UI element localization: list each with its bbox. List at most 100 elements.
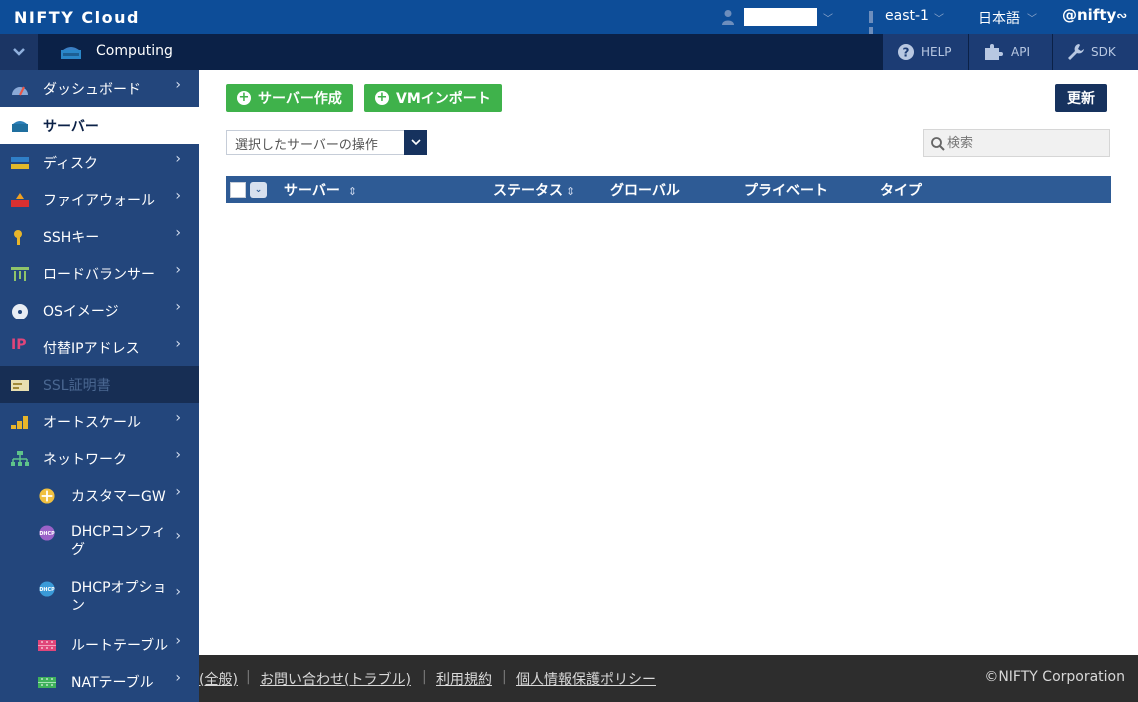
footer-separator: | [422, 669, 427, 685]
chevron-down-icon[interactable] [404, 130, 427, 155]
main-content: + サーバー作成 + VMインポート 更新 選択したサーバーの操作 ⌄ サーバー… [199, 70, 1138, 655]
sidebar-item-dhcp-option[interactable]: DHCP DHCPオプション › [0, 570, 199, 626]
select-all-checkbox[interactable] [230, 182, 246, 198]
chevron-right-icon: › [175, 584, 181, 600]
dhcp-badge-text: DHCP [39, 531, 55, 537]
server-icon [12, 121, 28, 132]
sidebar-item-network[interactable]: ネットワーク › [0, 440, 199, 477]
api-button[interactable]: API [968, 34, 1052, 70]
autoscale-icon [11, 416, 28, 429]
dhcp-badge-text: DHCP [39, 587, 55, 593]
sidebar-item-ssl-certificate[interactable]: SSL証明書 [0, 366, 199, 403]
user-icon[interactable] [721, 9, 735, 25]
search-input[interactable] [947, 134, 1097, 152]
sidebar-item-disk[interactable]: ディスク › [0, 144, 199, 181]
sidebar-item-customer-gateway[interactable]: カスタマーGW › [0, 477, 199, 514]
region-icon [869, 11, 880, 39]
help-button[interactable]: ? HELP [882, 34, 968, 70]
sidebar-item-label: DHCPオプション [71, 579, 167, 615]
computing-icon [61, 47, 81, 59]
brand-title: NIFTY Cloud [14, 8, 140, 27]
network-icon [11, 451, 29, 466]
sidebar-item-label: ダッシュボード [43, 82, 141, 98]
column-header-status[interactable]: ステータス ⇕ [493, 180, 575, 200]
footer-link-terms[interactable]: 利用規約 [436, 669, 492, 689]
firewall-icon [11, 193, 29, 207]
chevron-right-icon: › [175, 188, 181, 204]
column-header-server[interactable]: サーバー ⇕ [284, 180, 357, 200]
sidebar-item-server[interactable]: サーバー [0, 107, 199, 144]
label-line-1: DHCPオプショ [71, 580, 167, 596]
sort-icon: ⇕ [347, 185, 358, 198]
footer-separator: | [502, 669, 507, 685]
menu-toggle-button[interactable] [0, 34, 38, 70]
chevron-right-icon: › [175, 528, 181, 544]
sort-icon: ⇕ [566, 185, 576, 198]
footer-link-general[interactable]: (全般) [199, 669, 238, 689]
sidebar-item-route-table[interactable]: ルートテーブル › [0, 626, 199, 663]
chevron-right-icon: › [175, 633, 181, 649]
gateway-icon [39, 488, 55, 504]
chevron-right-icon: › [175, 299, 181, 315]
route-table-icon [38, 640, 56, 651]
chevron-right-icon: › [175, 77, 181, 93]
sidebar-item-label: SSL証明書 [43, 378, 111, 394]
chevron-right-icon: › [175, 336, 181, 352]
label-line-2: ン [71, 598, 85, 614]
disk-icon [11, 157, 29, 169]
disc-icon [12, 304, 28, 319]
sidebar-item-floating-ip[interactable]: IP 付替IPアドレス › [0, 329, 199, 366]
footer-separator: | [246, 669, 251, 685]
sidebar-item-label: ネットワーク [43, 452, 127, 468]
chevron-right-icon: › [175, 225, 181, 241]
sidebar-item-load-balancer[interactable]: ロードバランサー › [0, 255, 199, 292]
account-chevron-down-icon[interactable]: ﹀ [823, 10, 833, 25]
sidebar-item-nat-table[interactable]: NATテーブル › [0, 663, 199, 700]
sidebar-item-autoscale[interactable]: オートスケール › [0, 403, 199, 440]
chevron-right-icon: › [175, 670, 181, 686]
column-label: ステータス [493, 183, 563, 199]
chevron-right-icon: › [175, 151, 181, 167]
key-icon [14, 230, 22, 245]
sdk-button[interactable]: SDK [1052, 34, 1138, 70]
account-name-field[interactable] [744, 8, 817, 26]
sidebar-item-dhcp-config[interactable]: DHCP DHCPコンフィグ › [0, 514, 199, 570]
language-selector[interactable]: 日本語 [978, 8, 1020, 28]
column-header-global: グローバル [610, 183, 680, 199]
sidebar-item-os-image[interactable]: OSイメージ › [0, 292, 199, 329]
sidebar-item-label: カスタマーGW [71, 489, 166, 505]
sidebar-item-ssh-key[interactable]: SSHキー › [0, 218, 199, 255]
nifty-logo[interactable]: @nifty∾ [1062, 6, 1127, 24]
load-balancer-icon [11, 267, 29, 281]
sidebar: ダッシュボード › サーバー ディスク › ファイアウォール › SSHキー ›… [0, 70, 199, 702]
sidebar-item-dashboard[interactable]: ダッシュボード › [0, 70, 199, 107]
region-chevron-down-icon[interactable]: ﹀ [934, 10, 944, 25]
sidebar-item-label: OSイメージ [43, 304, 119, 320]
dhcp-config-icon: DHCP [39, 525, 55, 541]
ip-icon: IP [11, 337, 27, 353]
top-bar: NIFTY Cloud ﹀ east-1 ﹀ 日本語 ﹀ @nifty∾ [0, 0, 1138, 39]
logo-mark-icon: ∾ [1116, 9, 1128, 24]
server-operation-select[interactable]: 選択したサーバーの操作 [226, 130, 427, 155]
refresh-button[interactable]: 更新 [1055, 84, 1107, 112]
vm-import-button[interactable]: + VMインポート [364, 84, 502, 112]
server-table-header: ⌄ サーバー ⇕ ステータス ⇕ グローバル プライベート タイプ [226, 176, 1111, 203]
service-bar: Computing ? HELP API SDK [0, 34, 1138, 70]
search-box [923, 129, 1110, 157]
select-dropdown-chevron-icon[interactable]: ⌄ [250, 182, 267, 198]
language-chevron-down-icon[interactable]: ﹀ [1027, 10, 1037, 25]
sidebar-item-firewall[interactable]: ファイアウォール › [0, 181, 199, 218]
copyright: ©NIFTY Corporation [984, 669, 1125, 685]
footer-link-privacy[interactable]: 個人情報保護ポリシー [516, 669, 656, 689]
server-operation-select-value: 選択したサーバーの操作 [235, 138, 378, 153]
api-label: API [1011, 45, 1030, 59]
region-selector[interactable]: east-1 [885, 8, 929, 24]
plus-icon: + [237, 90, 251, 105]
footer-link-contact[interactable]: お問い合わせ(トラブル) [260, 669, 411, 689]
sidebar-item-label: ファイアウォール [43, 193, 155, 209]
svg-text:?: ? [903, 46, 910, 60]
column-label: サーバー [284, 183, 340, 199]
create-server-button[interactable]: + サーバー作成 [226, 84, 353, 112]
chevron-right-icon: › [175, 410, 181, 426]
plus-icon: + [375, 90, 389, 105]
